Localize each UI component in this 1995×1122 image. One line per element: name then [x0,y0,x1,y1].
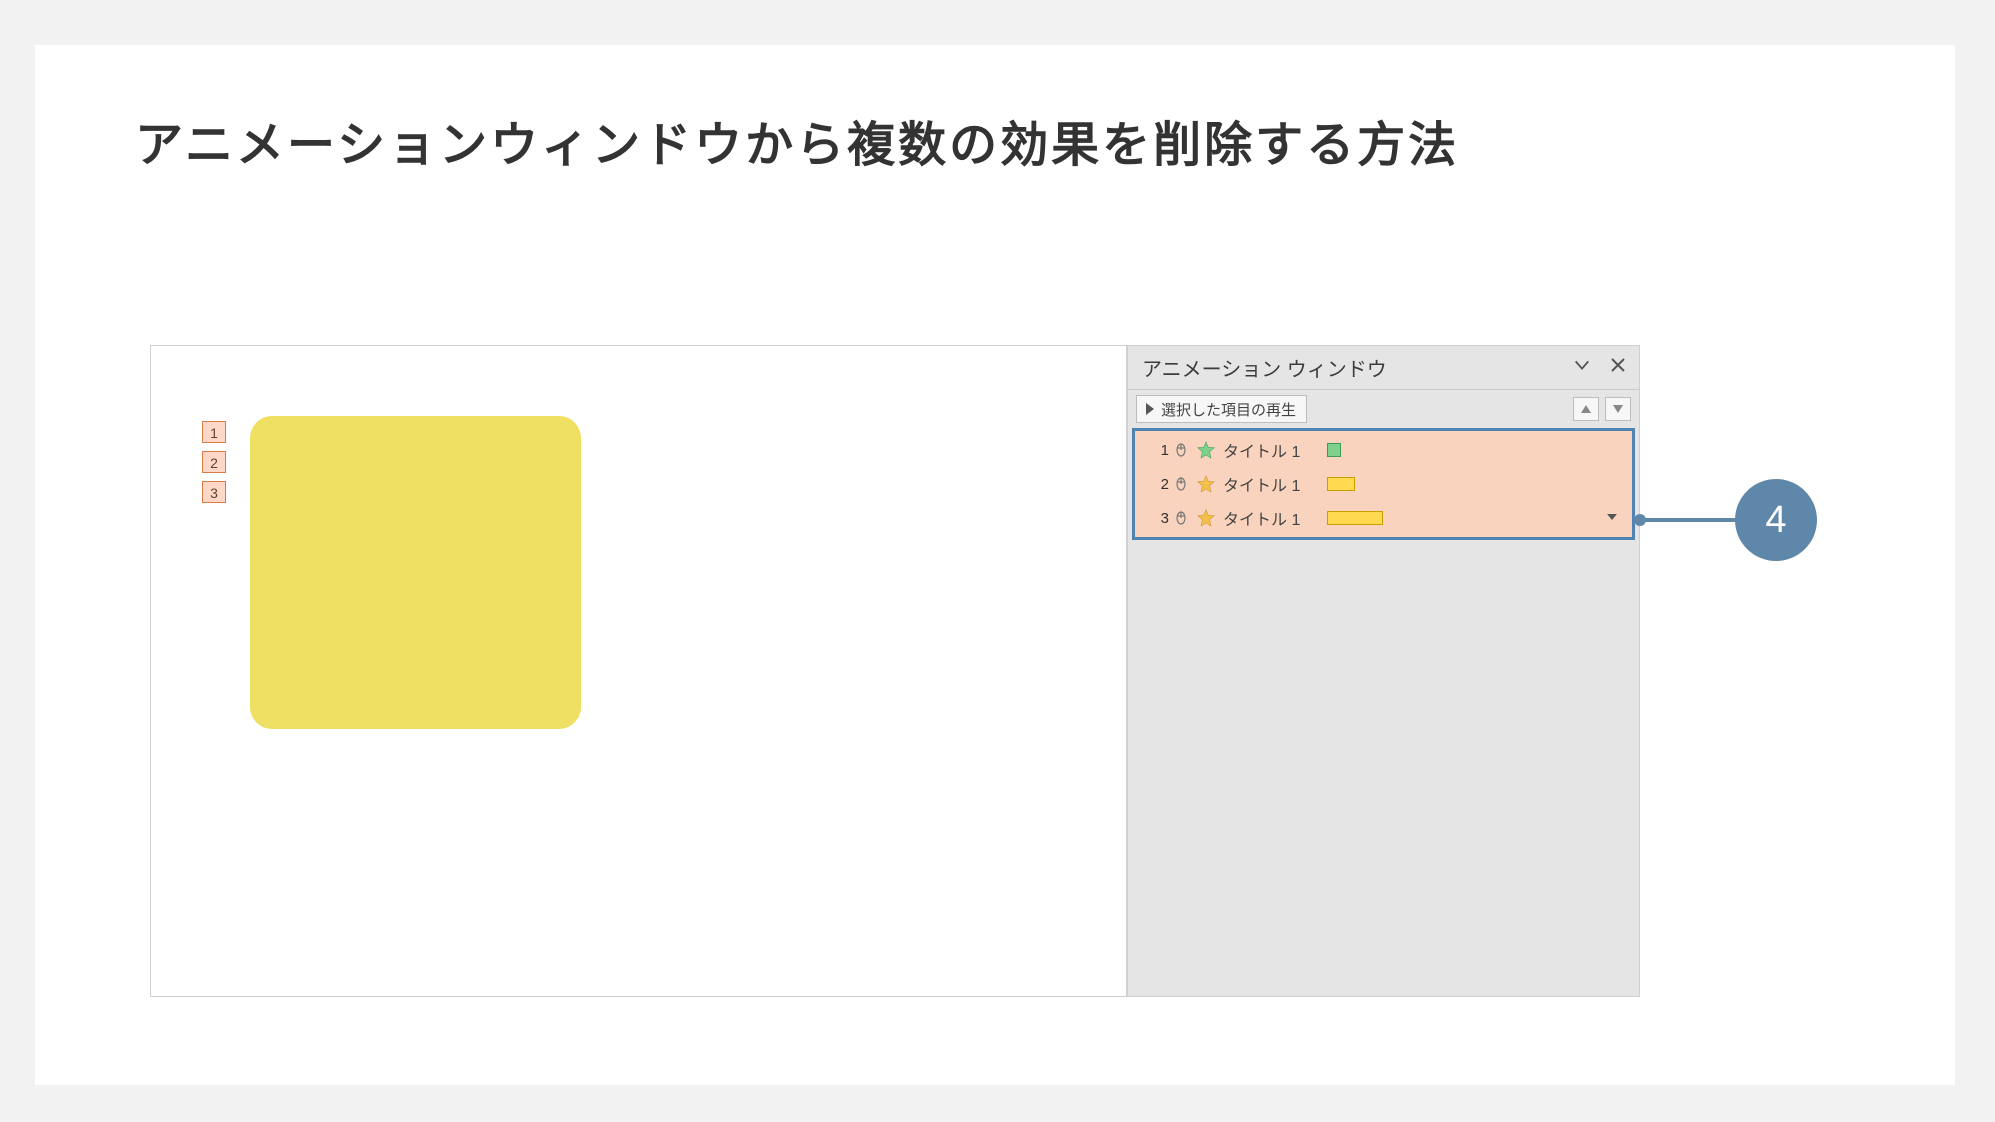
animation-number-tag[interactable]: 3 [202,481,226,503]
item-dropdown-icon[interactable] [1606,509,1618,527]
animation-number-tag[interactable]: 1 [202,421,226,443]
animation-item[interactable]: 1 タイトル 1 [1135,433,1632,467]
play-button-label: 選択した項目の再生 [1161,399,1296,420]
close-icon[interactable] [1611,358,1625,377]
page-title: アニメーションウィンドウから複数の効果を削除する方法 [135,105,1459,175]
animation-item[interactable]: 2 タイトル 1 [1135,467,1632,501]
animation-item-label: タイトル 1 [1223,438,1315,462]
duration-bar[interactable] [1327,477,1355,491]
animation-item-label: タイトル 1 [1223,472,1315,496]
animation-item-number: 2 [1157,476,1169,493]
animation-pane-header: アニメーション ウィンドウ [1128,346,1639,390]
callout-connector [1640,518,1735,522]
chevron-down-icon[interactable] [1573,356,1591,379]
reorder-up-button[interactable] [1573,397,1599,421]
tutorial-card: アニメーションウィンドウから複数の効果を削除する方法 1 2 3 アニメーション… [35,45,1955,1085]
animation-item-number: 3 [1157,510,1169,527]
mouse-click-icon [1173,510,1193,526]
caret-down-icon [1613,405,1623,413]
star-icon [1197,509,1215,527]
animation-pane-controls: 選択した項目の再生 [1128,390,1639,428]
slide-canvas[interactable]: 1 2 3 [151,346,1127,996]
star-icon [1197,441,1215,459]
mouse-click-icon [1173,476,1193,492]
star-icon [1197,475,1215,493]
animation-number-tag[interactable]: 2 [202,451,226,473]
play-selected-button[interactable]: 選択した項目の再生 [1136,395,1307,423]
play-icon [1145,403,1155,415]
animation-pane-title: アニメーション ウィンドウ [1142,353,1387,382]
callout-dot [1634,514,1646,526]
selected-animation-items[interactable]: 1 タイトル 1 2 [1132,428,1635,540]
animation-pane: アニメーション ウィンドウ 選択した項目の再生 [1127,346,1639,996]
duration-bar[interactable] [1327,511,1383,525]
mouse-click-icon [1173,442,1193,458]
animation-item-label: タイトル 1 [1223,506,1315,530]
animation-item-number: 1 [1157,442,1169,459]
caret-up-icon [1581,405,1591,413]
app-frame: 1 2 3 アニメーション ウィンドウ 選 [150,345,1640,997]
slide-shape-rounded-rect[interactable] [250,416,581,729]
duration-bar[interactable] [1327,443,1341,457]
reorder-down-button[interactable] [1605,397,1631,421]
step-callout: 4 [1640,480,1817,560]
step-number-badge: 4 [1735,479,1817,561]
animation-item[interactable]: 3 タイトル 1 [1135,501,1632,535]
